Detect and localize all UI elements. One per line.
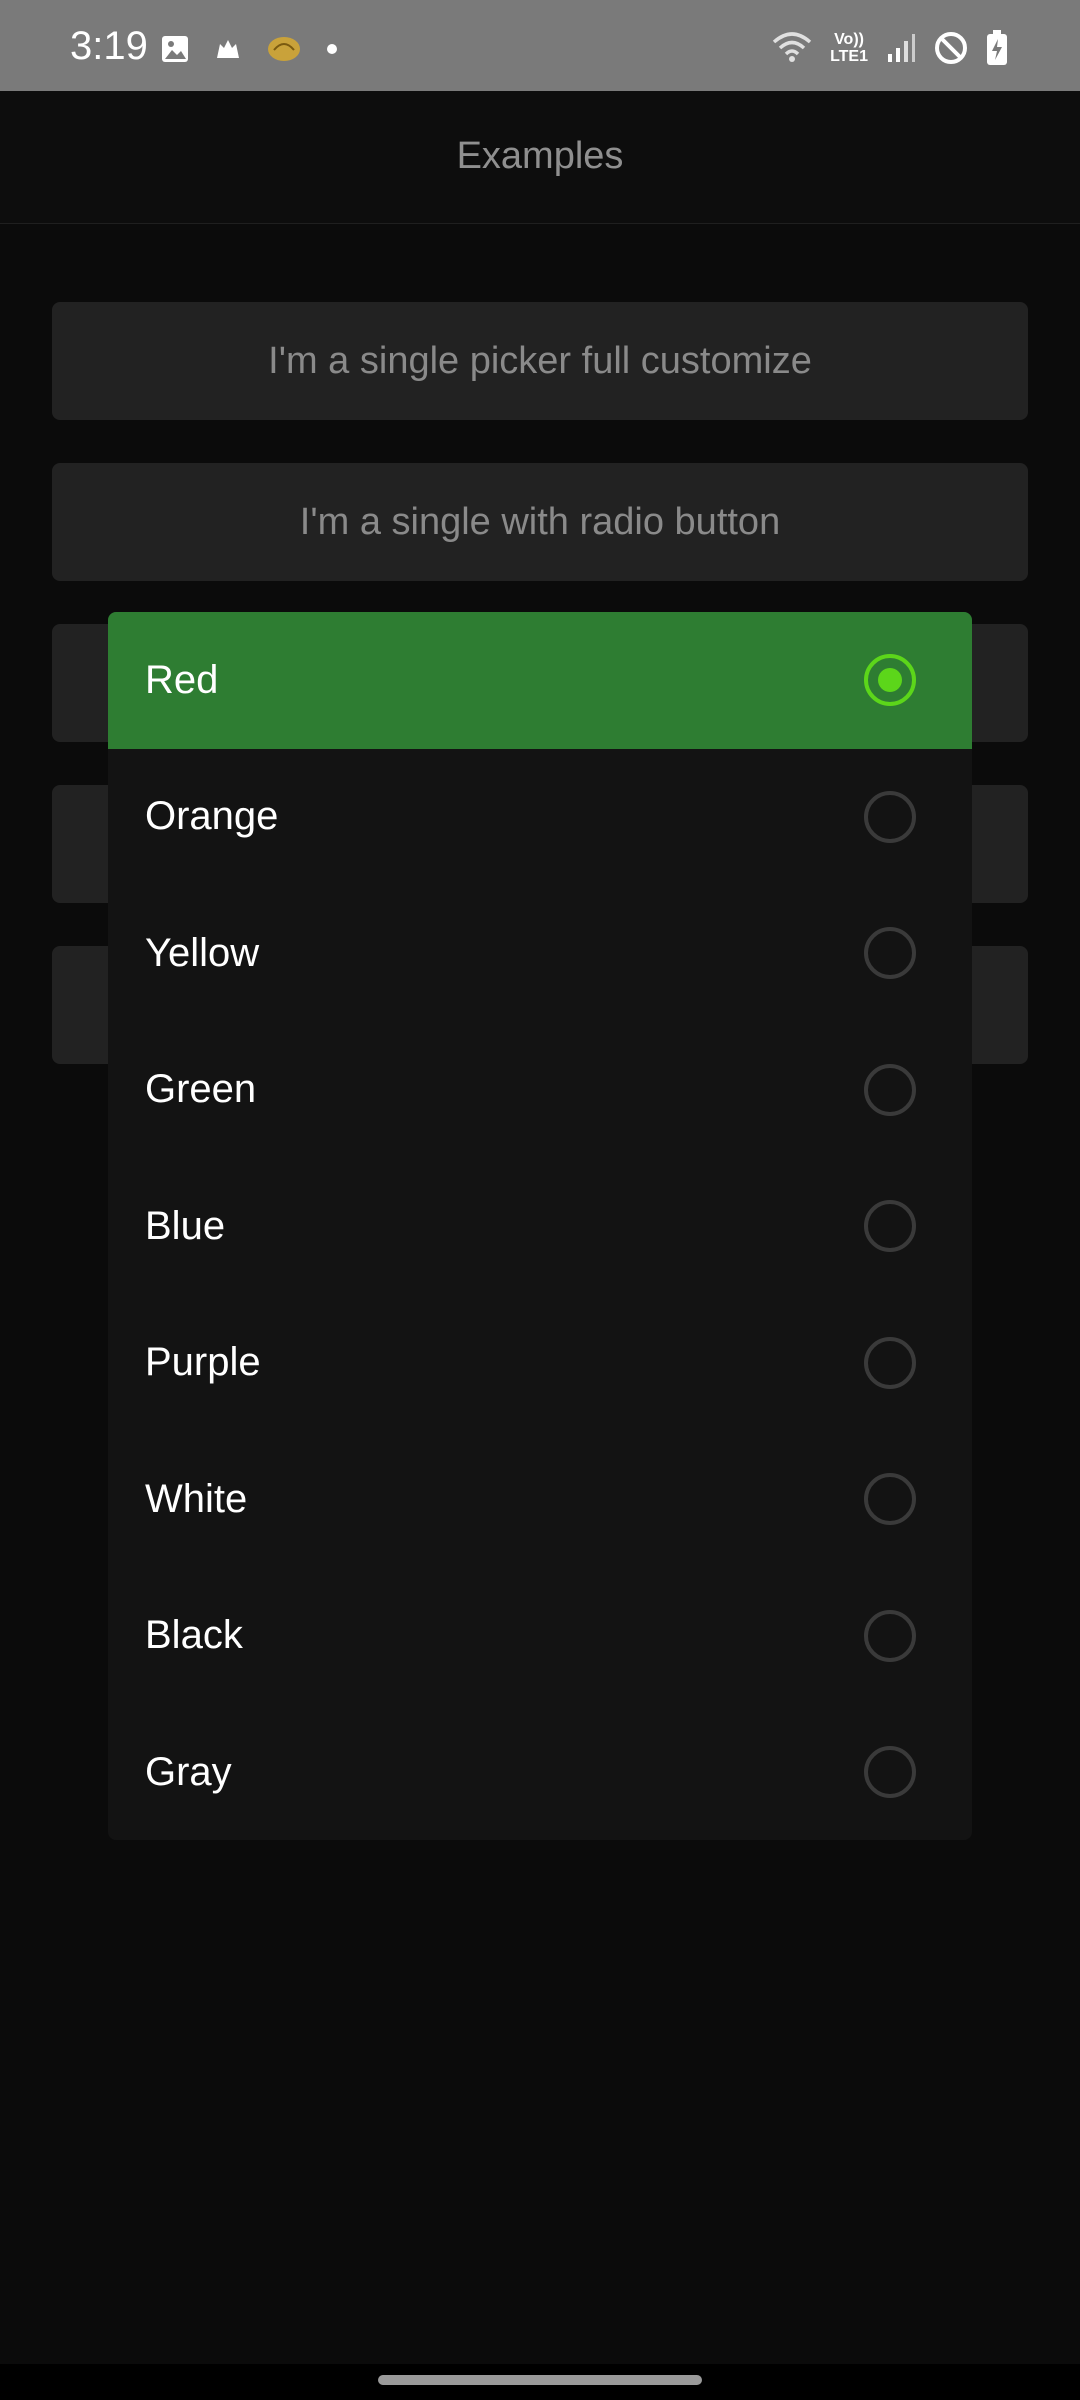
radio-unchecked-icon[interactable] bbox=[864, 927, 916, 980]
wifi-icon bbox=[772, 32, 812, 64]
notification-icon bbox=[214, 36, 242, 62]
app-bar: Examples bbox=[0, 91, 1080, 224]
picker-item-yellow[interactable]: Yellow bbox=[108, 885, 972, 1022]
app-notification-icon bbox=[266, 34, 302, 64]
single-picker-full-customize-button[interactable]: I'm a single picker full customize bbox=[52, 302, 1028, 420]
status-bar: 3:19 Vo)) LTE1 bbox=[0, 0, 1080, 91]
status-right-icons: Vo)) LTE1 bbox=[772, 30, 1008, 66]
single-radio-button-button[interactable]: I'm a single with radio button bbox=[52, 463, 1028, 581]
do-not-disturb-icon bbox=[934, 31, 968, 65]
status-time: 3:19 bbox=[70, 24, 148, 68]
radio-unchecked-icon[interactable] bbox=[864, 1473, 916, 1526]
picker-item-label: Purple bbox=[145, 1340, 261, 1385]
picker-item-label: White bbox=[145, 1476, 248, 1521]
navigation-bar bbox=[0, 2364, 1080, 2400]
radio-unchecked-icon[interactable] bbox=[864, 790, 916, 843]
signal-icon bbox=[886, 32, 916, 64]
picker-item-label: Gray bbox=[145, 1749, 232, 1794]
battery-charging-icon bbox=[986, 30, 1008, 66]
picker-item-label: Red bbox=[145, 657, 219, 702]
picker-item-label: Blue bbox=[145, 1203, 226, 1248]
picker-item-white[interactable]: White bbox=[108, 1431, 972, 1568]
picker-item-label: Yellow bbox=[145, 930, 260, 975]
gallery-icon bbox=[160, 34, 190, 64]
picker-item-gray[interactable]: Gray bbox=[108, 1704, 972, 1840]
picker-item-label: Black bbox=[145, 1613, 243, 1658]
picker-item-label: Orange bbox=[145, 794, 279, 839]
picker-item-black[interactable]: Black bbox=[108, 1568, 972, 1705]
home-gesture-handle[interactable] bbox=[378, 2375, 702, 2385]
color-picker-list: Red Orange Yellow Green Blue Purple Whit… bbox=[108, 612, 972, 1840]
page-title: Examples bbox=[456, 135, 624, 177]
radio-unchecked-icon[interactable] bbox=[864, 1746, 916, 1799]
picker-item-orange[interactable]: Orange bbox=[108, 749, 972, 886]
radio-unchecked-icon[interactable] bbox=[864, 1200, 916, 1253]
status-left-icons bbox=[160, 34, 338, 64]
picker-item-red[interactable]: Red bbox=[108, 612, 972, 749]
dot-icon bbox=[326, 43, 338, 55]
picker-item-blue[interactable]: Blue bbox=[108, 1158, 972, 1295]
radio-checked-icon[interactable] bbox=[864, 654, 916, 707]
radio-unchecked-icon[interactable] bbox=[864, 1336, 916, 1389]
radio-unchecked-icon[interactable] bbox=[864, 1609, 916, 1662]
picker-item-label: Green bbox=[145, 1067, 257, 1112]
picker-item-purple[interactable]: Purple bbox=[108, 1295, 972, 1432]
radio-unchecked-icon[interactable] bbox=[864, 1063, 916, 1116]
picker-item-green[interactable]: Green bbox=[108, 1022, 972, 1159]
network-type-text: Vo)) LTE1 bbox=[830, 31, 868, 65]
